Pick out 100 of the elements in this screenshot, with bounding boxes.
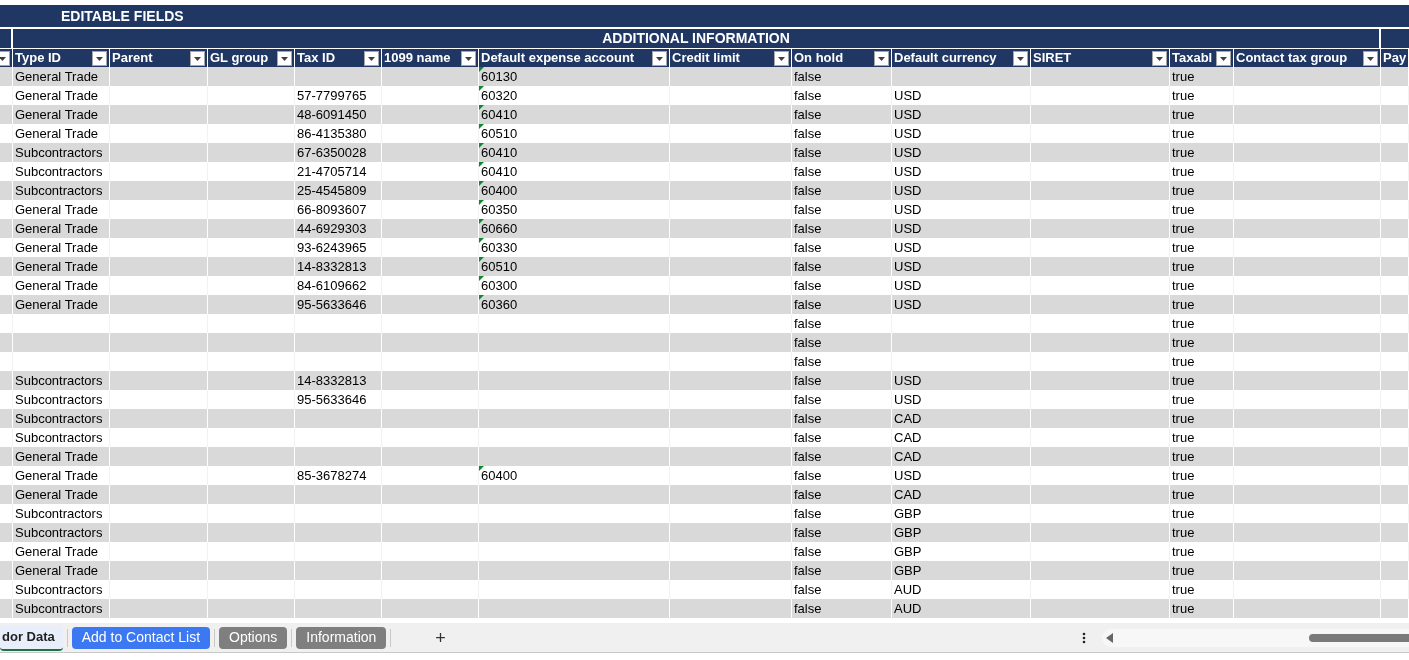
filter-dropdown-button[interactable] [874, 51, 889, 66]
table-cell: true [1172, 221, 1195, 236]
filter-dropdown-button[interactable] [1152, 51, 1167, 66]
caret-icon [281, 56, 288, 61]
filter-dropdown-button[interactable] [190, 51, 205, 66]
scrollbar-thumb[interactable] [1309, 633, 1409, 642]
sheet-tab[interactable]: Options [219, 626, 288, 649]
table-cell: false [794, 430, 822, 445]
table-cell: 48-6091450 [297, 107, 367, 122]
table-cell: USD [894, 126, 922, 141]
caret-icon [368, 56, 375, 61]
table-cell: Subcontractors [15, 430, 103, 445]
column-title: Tax ID [297, 50, 336, 65]
table-cell: false [794, 411, 822, 426]
table-cell: false [794, 392, 822, 407]
filter-dropdown-button[interactable] [774, 51, 789, 66]
table-cell: USD [894, 297, 922, 312]
table-cell: General Trade [15, 297, 99, 312]
table-cell: General Trade [15, 221, 99, 236]
table-cell: GBP [894, 563, 922, 578]
table-cell: true [1172, 411, 1195, 426]
table-cell: 60300 [481, 278, 518, 293]
table-cell: true [1172, 582, 1195, 597]
table-cell: false [794, 126, 822, 141]
table-cell: true [1172, 240, 1195, 255]
table-cell: 60130 [481, 69, 518, 84]
table-cell: 60400 [481, 183, 518, 198]
table-cell: General Trade [15, 126, 99, 141]
table-cell: false [794, 449, 822, 464]
table-cell: Subcontractors [15, 411, 103, 426]
table-cell: false [794, 297, 822, 312]
filter-dropdown-button[interactable] [1363, 51, 1378, 66]
table-cell: GBP [894, 544, 922, 559]
table-cell: false [794, 88, 822, 103]
table-cell: true [1172, 69, 1195, 84]
filter-dropdown-button[interactable] [1216, 51, 1231, 66]
table-cell: Subcontractors [15, 582, 103, 597]
column-title: Default currency [894, 50, 997, 65]
section-title: EDITABLE FIELDS [61, 6, 184, 26]
table-cell: false [794, 240, 822, 255]
filter-dropdown-button[interactable] [461, 51, 476, 66]
table-cell: General Trade [15, 544, 99, 559]
more-options-icon[interactable] [1081, 631, 1086, 644]
table-cell: General Trade [15, 69, 99, 84]
column-title: Default expense account [481, 50, 635, 65]
table-cell: true [1172, 278, 1195, 293]
sheet-tab[interactable]: Information [296, 626, 387, 649]
table-cell: false [794, 278, 822, 293]
table-cell: General Trade [15, 88, 99, 103]
table-cell: CAD [894, 449, 922, 464]
caret-icon [1367, 56, 1374, 61]
table-cell: Subcontractors [15, 164, 103, 179]
horizontal-scrollbar[interactable] [1101, 628, 1409, 647]
table-cell: true [1172, 297, 1195, 312]
filter-dropdown-button[interactable] [92, 51, 107, 66]
table-cell: General Trade [15, 468, 99, 483]
sheet-tab[interactable]: Add to Contact List [71, 626, 211, 649]
table-cell: 14-8332813 [297, 259, 367, 274]
table-cell: false [794, 202, 822, 217]
table-cell: USD [894, 278, 922, 293]
table-cell: false [794, 582, 822, 597]
table-cell: CAD [894, 411, 922, 426]
add-sheet-button[interactable]: + [435, 628, 446, 647]
table-cell: 21-4705714 [297, 164, 367, 179]
caret-icon [0, 56, 6, 61]
table-cell: AUD [894, 582, 922, 597]
table-cell: General Trade [15, 278, 99, 293]
table-cell: true [1172, 164, 1195, 179]
table-cell: false [794, 525, 822, 540]
sheet-tab[interactable]: dor Data [0, 624, 63, 651]
table-cell: true [1172, 525, 1195, 540]
table-cell: true [1172, 316, 1195, 331]
column-title: Pay [1383, 50, 1407, 65]
table-cell: USD [894, 392, 922, 407]
table-cell: USD [894, 202, 922, 217]
table-cell: General Trade [15, 259, 99, 274]
table-cell: false [794, 506, 822, 521]
table-cell: 57-7799765 [297, 88, 367, 103]
filter-dropdown-button[interactable] [277, 51, 292, 66]
table-cell: true [1172, 126, 1195, 141]
table-cell: true [1172, 468, 1195, 483]
table-cell: 60510 [481, 259, 518, 274]
table-cell: 60360 [481, 297, 518, 312]
table-cell: USD [894, 88, 922, 103]
caret-icon [778, 56, 785, 61]
table-cell: USD [894, 221, 922, 236]
table-cell: General Trade [15, 563, 99, 578]
table-cell: GBP [894, 506, 922, 521]
filter-dropdown-button[interactable] [652, 51, 667, 66]
filter-dropdown-button[interactable] [1013, 51, 1028, 66]
table-cell: false [794, 601, 822, 616]
table-cell: true [1172, 88, 1195, 103]
filter-dropdown-button[interactable] [364, 51, 379, 66]
table-cell: true [1172, 107, 1195, 122]
scroll-left-icon[interactable] [1105, 632, 1113, 643]
table-cell: Subcontractors [15, 183, 103, 198]
caret-icon [194, 56, 201, 61]
table-cell: true [1172, 601, 1195, 616]
table-cell: 44-6929303 [297, 221, 367, 236]
table-cell: 14-8332813 [297, 373, 367, 388]
